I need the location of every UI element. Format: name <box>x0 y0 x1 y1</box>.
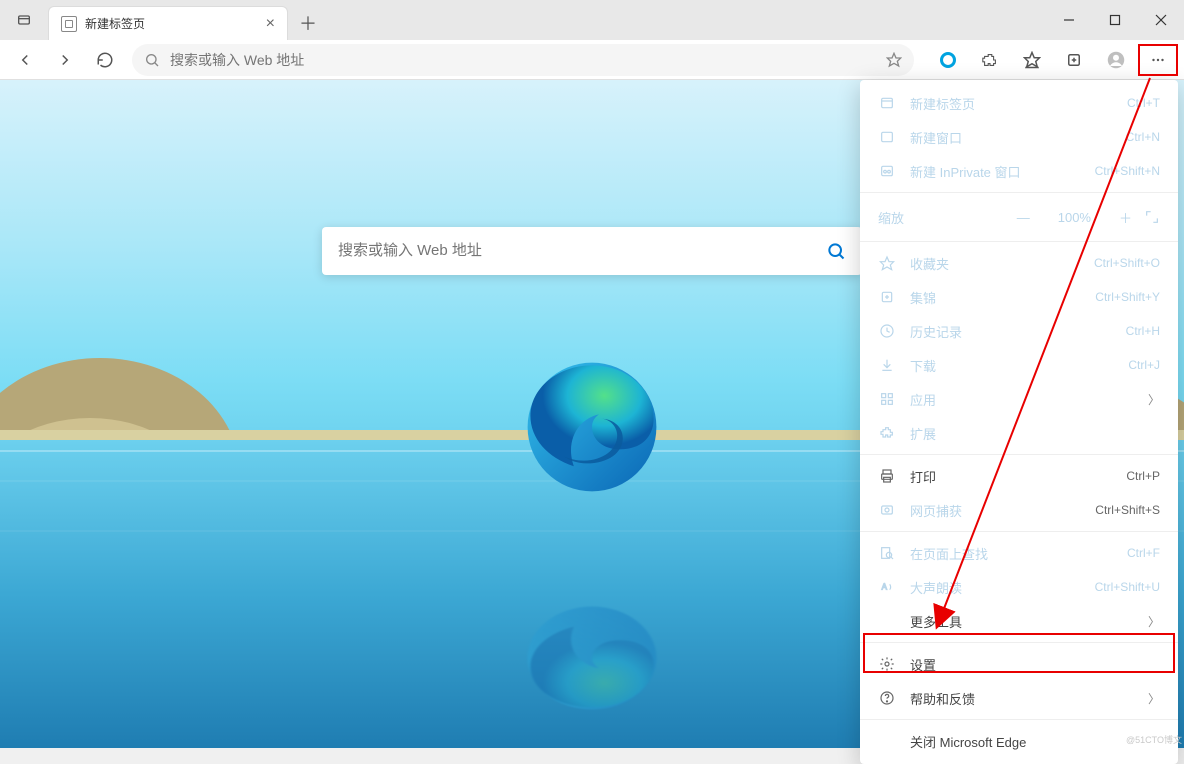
menu-apps[interactable]: 应用 〉 <box>860 382 1178 416</box>
menu-extensions[interactable]: 扩展 <box>860 416 1178 450</box>
capture-icon <box>878 501 896 519</box>
refresh-button[interactable] <box>86 44 124 76</box>
back-button[interactable] <box>6 44 44 76</box>
menu-new-window[interactable]: 新建窗口 Ctrl+N <box>860 120 1178 154</box>
tab-favicon <box>61 16 77 32</box>
menu-help[interactable]: 帮助和反馈 〉 <box>860 681 1178 715</box>
window-icon <box>878 128 896 146</box>
download-icon <box>878 356 896 374</box>
tab-actions-button[interactable] <box>0 0 48 40</box>
chevron-right-icon: 〉 <box>1148 690 1160 707</box>
extensions-icon <box>878 424 896 442</box>
menu-new-inprivate[interactable]: 新建 InPrivate 窗口 Ctrl+Shift+N <box>860 154 1178 188</box>
star-icon <box>878 254 896 272</box>
watermark: @51CTO博文 <box>1126 733 1182 746</box>
annotation-box-settings <box>863 633 1175 673</box>
menu-print[interactable]: 打印 Ctrl+P <box>860 459 1178 493</box>
history-icon <box>878 322 896 340</box>
minimize-button[interactable] <box>1046 0 1092 40</box>
chevron-right-icon: 〉 <box>1148 391 1160 408</box>
zoom-value: 100% <box>1058 210 1091 225</box>
menu-downloads[interactable]: 下载 Ctrl+J <box>860 348 1178 382</box>
browser-tab[interactable]: 新建标签页 × <box>48 6 288 40</box>
titlebar: 新建标签页 × ＋ <box>0 0 1184 40</box>
favorites-button[interactable] <box>1012 44 1052 76</box>
search-icon[interactable] <box>826 241 846 261</box>
menu-collections[interactable]: 集锦 Ctrl+Shift+Y <box>860 280 1178 314</box>
menu-webcapture[interactable]: 网页捕获 Ctrl+Shift+S <box>860 493 1178 527</box>
address-bar[interactable] <box>132 44 914 76</box>
profile-button[interactable] <box>1096 44 1136 76</box>
edge-logo <box>522 357 662 497</box>
address-input[interactable] <box>170 52 880 68</box>
collections-button[interactable] <box>1054 44 1094 76</box>
ntp-search-box[interactable] <box>322 227 862 275</box>
help-icon <box>878 689 896 707</box>
bing-button[interactable] <box>928 44 968 76</box>
ntp-search-input[interactable] <box>338 242 826 259</box>
chevron-right-icon: 〉 <box>1148 613 1160 630</box>
tab-title: 新建标签页 <box>85 15 145 32</box>
window-controls <box>1046 0 1184 40</box>
print-icon <box>878 467 896 485</box>
find-icon <box>878 544 896 562</box>
svg-text:A: A <box>882 583 888 592</box>
menu-history[interactable]: 历史记录 Ctrl+H <box>860 314 1178 348</box>
apps-icon <box>878 390 896 408</box>
collections-icon <box>878 288 896 306</box>
read-aloud-icon: A <box>878 578 896 596</box>
menu-find[interactable]: 在页面上查找 Ctrl+F <box>860 536 1178 570</box>
zoom-out-button[interactable]: — <box>1017 210 1030 225</box>
fullscreen-icon[interactable] <box>1144 209 1160 225</box>
zoom-in-button[interactable]: ＋ <box>1119 208 1132 227</box>
newtab-icon <box>878 94 896 112</box>
bing-icon <box>940 52 956 68</box>
menu-read-aloud[interactable]: A 大声朗读 Ctrl+Shift+U <box>860 570 1178 604</box>
annotation-box-menu <box>1138 44 1178 76</box>
extensions-button[interactable] <box>970 44 1010 76</box>
close-tab-icon[interactable]: × <box>266 16 275 32</box>
close-window-button[interactable] <box>1138 0 1184 40</box>
favorite-star-icon[interactable] <box>886 52 902 68</box>
inprivate-icon <box>878 162 896 180</box>
new-tab-button[interactable]: ＋ <box>288 6 328 40</box>
toolbar <box>0 40 1184 80</box>
menu-favorites[interactable]: 收藏夹 Ctrl+Shift+O <box>860 246 1178 280</box>
maximize-button[interactable] <box>1092 0 1138 40</box>
search-icon <box>144 52 160 68</box>
menu-new-tab[interactable]: 新建标签页 Ctrl+T <box>860 86 1178 120</box>
forward-button[interactable] <box>46 44 84 76</box>
menu-zoom[interactable]: 缩放 — 100% ＋ <box>860 197 1178 237</box>
edge-logo-reflection <box>522 602 662 714</box>
